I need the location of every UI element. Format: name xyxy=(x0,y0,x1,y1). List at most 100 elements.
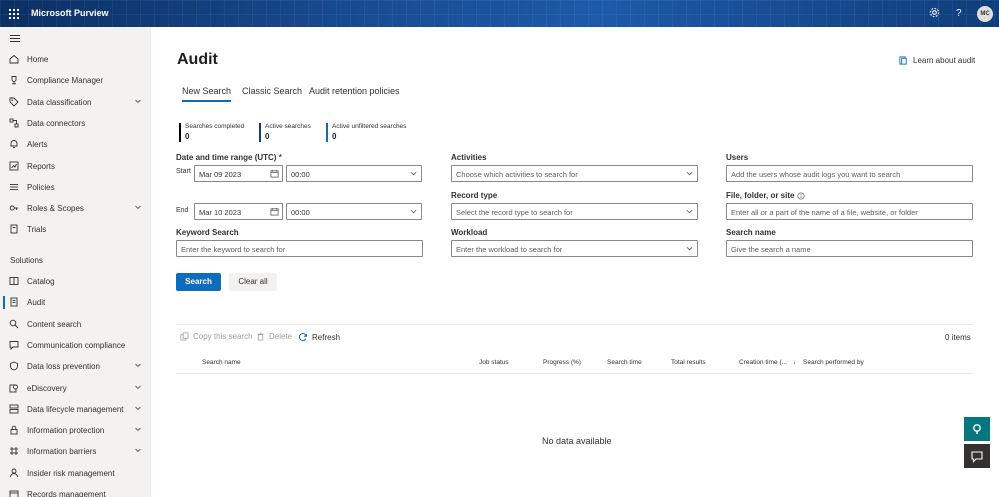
column-search-time[interactable]: Search time xyxy=(607,359,642,366)
tab-audit-retention-policies[interactable]: Audit retention policies xyxy=(309,86,400,100)
chevron-down-icon[interactable] xyxy=(134,383,142,391)
tab-new-search[interactable]: New Search xyxy=(182,86,232,102)
avatar[interactable]: MC xyxy=(977,6,993,22)
calendar-icon[interactable] xyxy=(270,207,279,216)
sidebar-item-data-loss-prevention[interactable]: Data loss prevention xyxy=(0,357,150,377)
calendar-icon[interactable] xyxy=(270,169,279,178)
main-content: Audit Learn about audit New Search Class… xyxy=(151,27,999,497)
table-header-divider xyxy=(176,373,973,374)
chevron-down-icon[interactable] xyxy=(134,404,142,412)
column-job-status[interactable]: Job status xyxy=(479,359,509,366)
record-type-dropdown[interactable]: Select the record type to search for xyxy=(451,203,698,220)
tab-classic-search[interactable]: Classic Search xyxy=(242,86,302,100)
copy-search-label: Copy this search xyxy=(193,332,253,341)
sidebar-item-catalog[interactable]: Catalog xyxy=(0,272,150,292)
sidebar-item-data-connectors[interactable]: Data connectors xyxy=(0,114,150,134)
sidebar-item-compliance-manager[interactable]: Compliance Manager xyxy=(0,71,150,91)
audit-icon xyxy=(9,297,19,307)
chevron-down-icon[interactable] xyxy=(134,425,142,433)
sidebar-item-records-management[interactable]: Records management xyxy=(0,485,150,497)
gear-icon[interactable] xyxy=(929,7,940,22)
search-name-input[interactable]: Give the search a name xyxy=(726,240,973,257)
sidebar-item-content-search[interactable]: Content search xyxy=(0,315,150,335)
sidebar-item-ediscovery[interactable]: eDiscovery xyxy=(0,379,150,399)
learn-about-audit-label: Learn about audit xyxy=(913,56,976,65)
sidebar-item-data-classification[interactable]: Data classification xyxy=(0,93,150,113)
column-search-performed-by[interactable]: Search performed by xyxy=(803,359,864,366)
lock-icon xyxy=(9,425,19,435)
search-name-placeholder: Give the search a name xyxy=(731,245,811,254)
chevron-down-icon[interactable] xyxy=(134,446,142,454)
page-title: Audit xyxy=(177,51,218,68)
workload-dropdown[interactable]: Enter the workload to search for xyxy=(451,240,698,257)
column-progress[interactable]: Progress (%) xyxy=(543,359,581,366)
sidebar-item-alerts[interactable]: Alerts xyxy=(0,135,150,155)
users-input[interactable]: Add the users whose audit logs you want … xyxy=(726,165,973,182)
sidebar-item-audit[interactable]: Audit xyxy=(0,293,150,313)
refresh-icon xyxy=(298,333,308,341)
delete-button[interactable]: Delete xyxy=(256,332,292,341)
sidebar-item-label: Records management xyxy=(27,490,106,497)
learn-about-audit-link[interactable]: Learn about audit xyxy=(899,56,975,65)
sidebar-item-information-protection[interactable]: Information protection xyxy=(0,421,150,441)
column-total-results[interactable]: Total results xyxy=(671,359,706,366)
sidebar-item-reports[interactable]: Reports xyxy=(0,157,150,177)
key-icon xyxy=(9,203,19,213)
top-bar: Microsoft Purview ? MC xyxy=(0,0,999,27)
lifecycle-icon xyxy=(9,404,19,414)
chat-icon xyxy=(9,340,19,350)
items-count: 0 items xyxy=(945,333,971,342)
sidebar-item-insider-risk-management[interactable]: Insider risk management xyxy=(0,464,150,484)
refresh-button[interactable]: Refresh xyxy=(298,332,340,342)
users-placeholder: Add the users whose audit logs you want … xyxy=(731,170,901,179)
chevron-down-icon xyxy=(410,209,417,214)
stat-searches-completed: Searches completed 0 xyxy=(179,123,244,142)
sidebar-item-trials[interactable]: Trials xyxy=(0,220,150,240)
record-type-placeholder: Select the record type to search for xyxy=(456,208,573,217)
app-launcher-icon[interactable] xyxy=(9,9,19,19)
feedback-button[interactable] xyxy=(964,444,990,468)
app-title[interactable]: Microsoft Purview xyxy=(31,8,109,18)
end-time-dropdown[interactable]: 00:00 xyxy=(286,203,422,220)
sidebar-item-policies[interactable]: Policies xyxy=(0,178,150,198)
sidebar-item-roles-and-scopes[interactable]: Roles & Scopes xyxy=(0,199,150,219)
chart-icon xyxy=(9,161,19,171)
stat-value: 0 xyxy=(332,132,337,141)
catalog-icon xyxy=(9,276,19,286)
support-button[interactable] xyxy=(964,417,990,441)
search-button[interactable]: Search xyxy=(176,273,221,291)
column-search-name[interactable]: Search name xyxy=(202,359,241,366)
activities-dropdown[interactable]: Choose which activities to search for xyxy=(451,165,698,182)
file-folder-site-input[interactable]: Enter all or a part of the name of a fil… xyxy=(726,203,973,220)
sidebar-item-label: Roles & Scopes xyxy=(27,204,84,214)
chevron-down-icon[interactable] xyxy=(134,361,142,369)
start-date-value: Mar 09 2023 xyxy=(199,170,242,179)
sidebar-item-home[interactable]: Home xyxy=(0,50,150,70)
sidebar-item-communication-compliance[interactable]: Communication compliance xyxy=(0,336,150,356)
book-icon xyxy=(899,56,907,65)
hamburger-icon[interactable] xyxy=(10,35,20,43)
start-time-dropdown[interactable]: 00:00 xyxy=(286,165,422,182)
refresh-label: Refresh xyxy=(312,332,341,342)
chevron-down-icon xyxy=(410,171,417,176)
start-label: Start xyxy=(176,168,191,175)
copy-search-button[interactable]: Copy this search xyxy=(180,332,253,341)
keyword-search-input[interactable]: Enter the keyword to search for xyxy=(176,240,423,257)
help-icon[interactable]: ? xyxy=(956,7,962,20)
start-date-picker[interactable]: Mar 09 2023 xyxy=(194,165,283,182)
sidebar-item-data-lifecycle-management[interactable]: Data lifecycle management xyxy=(0,400,150,420)
records-icon xyxy=(9,489,19,497)
keyword-search-placeholder: Enter the keyword to search for xyxy=(181,245,286,254)
feedback-icon xyxy=(971,451,983,463)
sidebar-item-label: Data connectors xyxy=(27,118,86,128)
file-folder-site-placeholder: Enter all or a part of the name of a fil… xyxy=(731,208,918,217)
chevron-down-icon[interactable] xyxy=(134,97,142,105)
sidebar-item-information-barriers[interactable]: Information barriers xyxy=(0,442,150,462)
clear-all-button[interactable]: Clear all xyxy=(229,273,277,291)
trash-icon xyxy=(257,332,264,341)
end-date-picker[interactable]: Mar 10 2023 xyxy=(194,203,283,220)
info-icon[interactable] xyxy=(797,191,806,200)
chevron-down-icon[interactable] xyxy=(134,203,142,211)
column-creation-time[interactable]: Creation time (... ↓ xyxy=(739,359,796,366)
users-label: Users xyxy=(726,153,749,162)
